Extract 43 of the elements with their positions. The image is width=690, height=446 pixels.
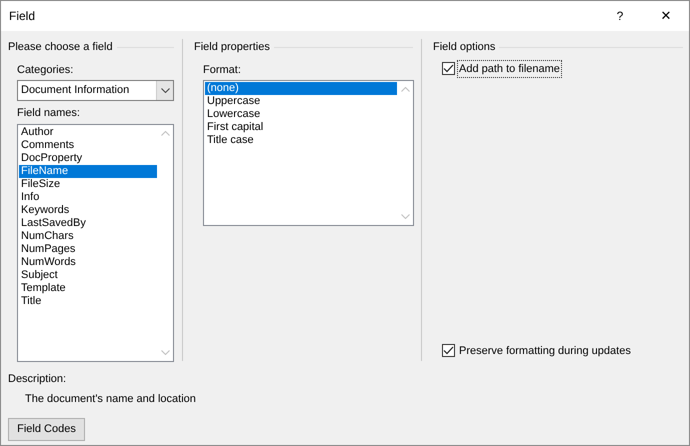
list-item[interactable]: FileName <box>19 164 157 178</box>
group-heading: Field properties <box>194 40 270 55</box>
close-button[interactable]: ✕ <box>643 1 689 31</box>
scroll-down-icon[interactable] <box>400 214 410 219</box>
window-title: Field <box>9 8 36 25</box>
list-item[interactable]: DocProperty <box>19 152 157 164</box>
list-item[interactable]: Uppercase <box>205 95 397 108</box>
checkbox[interactable] <box>442 344 455 358</box>
field-label: Field names: <box>17 106 81 121</box>
scroll-up-icon[interactable] <box>160 130 170 136</box>
list-item[interactable]: Title case <box>205 134 397 147</box>
list-item[interactable]: Comments <box>19 138 157 152</box>
checkbox-label[interactable]: Preserve formatting during updates <box>458 342 632 359</box>
field-label: Format: <box>203 62 242 78</box>
list-item[interactable]: Keywords <box>19 204 157 216</box>
dropdown-value: Document Information <box>20 83 130 98</box>
list-item[interactable]: NumWords <box>19 256 157 268</box>
list-item[interactable]: NumChars <box>19 230 157 242</box>
scroll-up-icon[interactable] <box>400 87 410 92</box>
list-item[interactable]: Author <box>19 126 157 138</box>
checkbox[interactable] <box>442 62 455 76</box>
group-heading: Please choose a field <box>8 40 113 55</box>
help-button[interactable]: ? <box>597 1 643 31</box>
description-text: The document's name and location <box>24 392 197 406</box>
list-item[interactable]: Template <box>19 282 157 294</box>
category-dropdown[interactable]: Document Information <box>17 80 174 101</box>
dropdown-arrow-button[interactable] <box>156 81 173 100</box>
list-item[interactable]: NumPages <box>19 242 157 256</box>
list-item[interactable]: First capital <box>205 121 397 134</box>
group-heading: Field options <box>433 40 496 55</box>
field-label: Categories: <box>17 62 74 78</box>
list-item[interactable]: (none) <box>205 82 397 95</box>
list-item[interactable]: Subject <box>19 268 157 282</box>
scroll-down-icon[interactable] <box>160 350 170 354</box>
list-item[interactable]: FileSize <box>19 178 157 190</box>
list-item[interactable]: LastSavedBy <box>19 216 157 230</box>
chevron-down-icon <box>160 88 170 93</box>
description-label: Description: <box>8 372 68 387</box>
field-codes-button[interactable]: Field Codes <box>8 418 85 441</box>
list-item[interactable]: Lowercase <box>205 108 397 121</box>
list-item[interactable]: Title <box>19 294 157 308</box>
list-item[interactable]: Info <box>19 190 157 204</box>
checkbox-label[interactable]: Add path to filename <box>458 60 561 77</box>
